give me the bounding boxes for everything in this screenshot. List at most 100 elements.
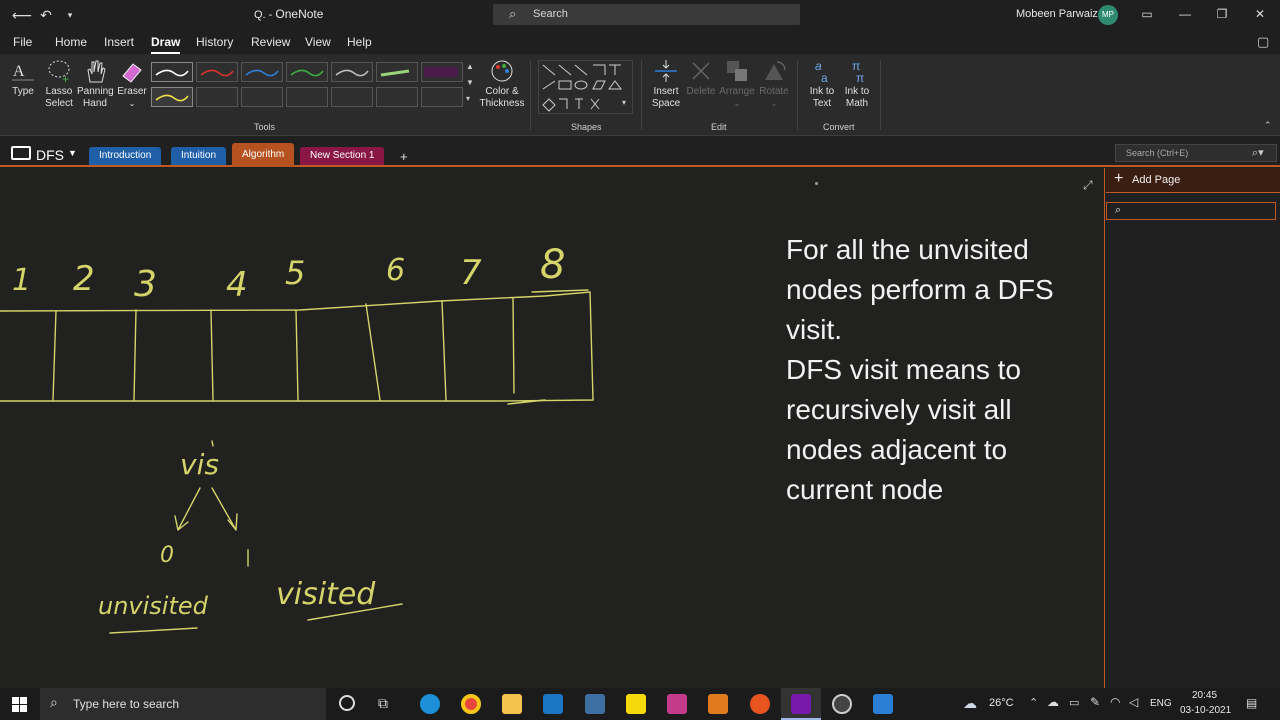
notebook-search-input[interactable]: Search (Ctrl+E) ⌕▾ [1115, 144, 1277, 162]
pen-yellow[interactable] [151, 87, 193, 107]
notifications-icon[interactable]: ▤ [1246, 696, 1257, 710]
volume-icon[interactable]: ◁ [1129, 695, 1138, 709]
temperature[interactable]: 26°C [989, 697, 1014, 709]
task-view-icon[interactable]: ⧉ [378, 695, 388, 712]
shapes-gallery[interactable] [538, 60, 633, 114]
pen-slot-4[interactable] [331, 87, 373, 107]
pen-tray-icon[interactable]: ✎ [1090, 695, 1100, 709]
windows-start-icon[interactable] [12, 697, 27, 712]
sticky-notes-icon[interactable] [626, 694, 646, 714]
notebook-name[interactable]: DFS [36, 147, 64, 163]
notebook-pane-icon[interactable]: ▢ [1257, 34, 1269, 50]
panning-hand-button[interactable]: Panning Hand [77, 58, 114, 110]
type-button[interactable]: A Type [8, 58, 38, 98]
ink-to-math-icon: ππ [852, 59, 864, 84]
expand-icon[interactable]: ⤢ [1083, 178, 1093, 193]
collapse-ribbon-icon[interactable]: ⌃ [1264, 120, 1272, 131]
pens-scroll-up-icon[interactable]: ▲ [466, 62, 474, 71]
pen-2[interactable] [196, 62, 238, 82]
quick-access-dropdown-icon[interactable]: ▾ [60, 5, 80, 25]
tab-help[interactable]: Help [347, 35, 372, 49]
file-explorer-icon[interactable] [502, 694, 522, 714]
page-search-input[interactable]: ⌕ [1106, 202, 1276, 220]
highlighter-2[interactable] [421, 62, 463, 82]
obs-icon[interactable] [832, 694, 852, 714]
pen-slot-1[interactable] [196, 87, 238, 107]
onedrive-icon[interactable]: ☁ [1047, 695, 1059, 709]
pen-slot-3[interactable] [286, 87, 328, 107]
add-section-icon[interactable]: + [400, 149, 408, 164]
app-icon[interactable] [585, 694, 605, 714]
tab-home[interactable]: Home [55, 35, 87, 49]
undo-icon[interactable]: ↶ [36, 5, 56, 25]
taskbar-search-input[interactable]: ⌕ Type here to search [40, 688, 326, 720]
onenote-icon[interactable] [791, 694, 811, 714]
cursor-dot [815, 182, 818, 185]
pen-3[interactable] [241, 62, 283, 82]
notebook-dropdown-icon[interactable]: ▼ [68, 148, 77, 158]
pen-slot-6[interactable] [421, 87, 463, 107]
tab-review[interactable]: Review [251, 35, 290, 49]
tab-file[interactable]: File [13, 35, 32, 49]
back-icon[interactable]: ⟵ [12, 5, 32, 25]
section-tab-new-section-1[interactable]: New Section 1 [300, 147, 385, 165]
title-search-box[interactable]: ⌕ Search [493, 4, 800, 25]
section-tab-intuition[interactable]: Intuition [171, 147, 227, 165]
pen-5[interactable] [331, 62, 373, 82]
lasso-select-button[interactable]: + Lasso Select [44, 58, 74, 110]
tab-insert[interactable]: Insert [104, 35, 134, 49]
vscode-icon[interactable] [543, 694, 563, 714]
ink-to-math-button[interactable]: ππ Ink to Math [840, 58, 874, 110]
tray-chevron-icon[interactable]: ⌃ [1029, 696, 1038, 709]
tab-history[interactable]: History [196, 35, 233, 49]
restore-icon[interactable]: ❐ [1211, 4, 1233, 24]
pens-more-icon[interactable]: ▾ [466, 94, 470, 103]
clock-date[interactable]: 03-10-2021 [1180, 705, 1231, 716]
section-tab-introduction[interactable]: Introduction [89, 147, 162, 165]
avatar[interactable]: MP [1098, 5, 1118, 25]
battery-icon[interactable]: ▭ [1069, 696, 1079, 709]
sublime-icon[interactable] [708, 694, 728, 714]
delete-button[interactable]: Delete [685, 58, 717, 98]
add-page-button[interactable]: + Add Page [1106, 168, 1280, 193]
pens-scroll-down-icon[interactable]: ▼ [466, 78, 474, 87]
weather-icon[interactable]: ☁ [963, 695, 977, 712]
ink-to-text-icon: aa [815, 59, 828, 84]
arrange-label: Arrange [719, 86, 755, 97]
search-icon: ⌕ [509, 6, 517, 21]
minimize-icon[interactable]: — [1174, 4, 1196, 24]
cortana-icon[interactable] [339, 695, 355, 711]
pen-4[interactable] [286, 62, 328, 82]
shapes-group-label: Shapes [571, 122, 602, 132]
eraser-button[interactable]: Eraser ⌄ [116, 58, 148, 110]
ribbon-display-icon[interactable]: ▭ [1136, 4, 1158, 24]
user-name[interactable]: Mobeen Parwaiz [1016, 8, 1098, 20]
chrome-icon[interactable] [461, 694, 481, 714]
clock-time[interactable]: 20:45 [1192, 690, 1217, 701]
note-text-block[interactable]: For all the unvisited nodes perform a DF… [786, 230, 1096, 510]
language-indicator[interactable]: ENG [1150, 698, 1172, 709]
close-icon[interactable]: ✕ [1249, 4, 1271, 24]
wifi-icon[interactable]: ◠ [1110, 695, 1120, 709]
pen-slot-5[interactable] [376, 87, 418, 107]
section-tab-algorithm[interactable]: Algorithm [232, 143, 295, 167]
edge-icon[interactable] [420, 694, 440, 714]
shapes-more-icon[interactable]: ▾ [622, 98, 626, 107]
pen-1[interactable] [151, 62, 193, 82]
tab-view[interactable]: View [305, 35, 331, 49]
color-thickness-button[interactable]: Color & Thickness [478, 58, 526, 110]
section-bar: DFS ▼ Introduction Intuition Algorithm N… [0, 137, 1280, 167]
rotate-button[interactable]: Rotate ⌄ [757, 58, 791, 110]
pen-slot-2[interactable] [241, 87, 283, 107]
insert-space-button[interactable]: Insert Space [650, 58, 682, 110]
app-tiles-icon[interactable] [667, 694, 687, 714]
app-icon-2[interactable] [873, 694, 893, 714]
arrange-icon [727, 61, 747, 81]
digit-2: 2 [73, 259, 95, 299]
ubuntu-icon[interactable] [750, 694, 770, 714]
eraser-dropdown-icon[interactable]: ⌄ [129, 99, 136, 108]
highlighter-1[interactable] [376, 62, 418, 82]
ink-to-text-button[interactable]: aa Ink to Text [805, 58, 839, 110]
arrange-button[interactable]: Arrange ⌄ [719, 58, 755, 110]
tab-draw[interactable]: Draw [151, 35, 181, 54]
